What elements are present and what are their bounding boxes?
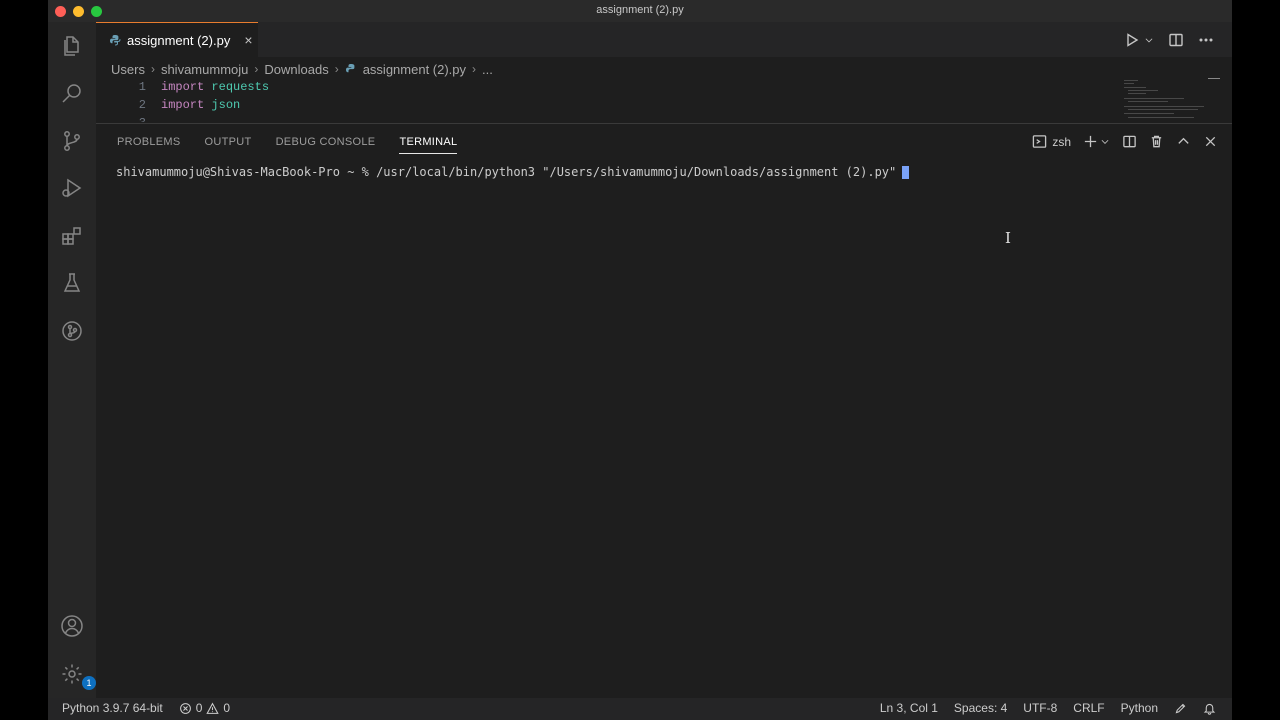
- chevron-down-icon[interactable]: [1144, 32, 1154, 48]
- trash-icon[interactable]: [1149, 134, 1164, 149]
- breadcrumb: Users › shivamummoju › Downloads › assig…: [111, 60, 493, 78]
- python-file-icon: [345, 64, 355, 73]
- line-endings[interactable]: CRLF: [1073, 701, 1104, 715]
- bell-icon[interactable]: [1203, 702, 1216, 715]
- language-mode[interactable]: Python: [1121, 701, 1158, 715]
- tab-problems[interactable]: PROBLEMS: [117, 136, 181, 154]
- bottom-panel: PROBLEMS OUTPUT DEBUG CONSOLE TERMINAL z…: [96, 123, 1232, 699]
- split-terminal-icon[interactable]: [1122, 134, 1137, 149]
- chevron-up-icon[interactable]: [1176, 134, 1191, 149]
- file-encoding[interactable]: UTF-8: [1023, 701, 1057, 715]
- line-number: 3: [126, 114, 146, 122]
- tab-debug-console[interactable]: DEBUG CONSOLE: [276, 136, 376, 154]
- code-line: 2 import json: [96, 96, 1096, 114]
- panel-tabs: PROBLEMS OUTPUT DEBUG CONSOLE TERMINAL: [117, 136, 458, 154]
- cursor-position[interactable]: Ln 3, Col 1: [880, 701, 938, 715]
- panel-actions: zsh: [1032, 134, 1218, 149]
- chevron-right-icon: ›: [472, 62, 477, 76]
- code-editor[interactable]: 1 import requests 2 import json 3: [96, 78, 1232, 122]
- settings-update-badge: 1: [82, 676, 96, 690]
- breadcrumb-item[interactable]: shivamummoju: [161, 62, 248, 77]
- source-control-icon[interactable]: [58, 127, 86, 155]
- run-icon[interactable]: [1124, 32, 1140, 48]
- python-interpreter[interactable]: Python 3.9.7 64-bit: [62, 701, 163, 715]
- code-keyword: import: [161, 80, 205, 94]
- testing-icon[interactable]: [58, 269, 86, 297]
- settings-gear-icon[interactable]: 1: [58, 660, 96, 690]
- breadcrumb-item[interactable]: Downloads: [264, 62, 328, 77]
- breadcrumb-item[interactable]: assignment (2).py: [363, 62, 466, 77]
- line-number: 1: [138, 80, 146, 94]
- chevron-right-icon: ›: [254, 62, 259, 76]
- chevron-right-icon: ›: [334, 62, 339, 76]
- chevron-down-icon[interactable]: [1100, 134, 1110, 149]
- terminal-output[interactable]: shivamummoju@Shivas-MacBook-Pro ~ % /usr…: [116, 165, 910, 179]
- close-icon[interactable]: [1203, 134, 1218, 149]
- line-number: 2: [138, 98, 146, 112]
- tab-label: assignment (2).py: [127, 32, 231, 48]
- text-cursor-icon: I: [1005, 229, 1011, 247]
- vscode-window: assignment (2).py 1 assignment (2).py × …: [48, 0, 1232, 720]
- activity-bar: 1: [48, 22, 96, 698]
- close-icon[interactable]: ×: [244, 32, 252, 48]
- status-bar: Python 3.9.7 64-bit 0 0 Ln 3, Col 1 Spac…: [48, 698, 1232, 720]
- terminal-icon: [1033, 135, 1047, 148]
- code-line: 1 import requests: [96, 78, 1096, 96]
- split-editor-icon[interactable]: [1168, 32, 1184, 48]
- code-line: 3: [96, 114, 1096, 122]
- add-icon[interactable]: [1083, 134, 1098, 149]
- indentation[interactable]: Spaces: 4: [954, 701, 1007, 715]
- terminal-command: shivamummoju@Shivas-MacBook-Pro ~ % /usr…: [116, 165, 897, 179]
- explorer-icon[interactable]: [58, 32, 86, 60]
- feedback-icon[interactable]: [1174, 702, 1187, 715]
- breadcrumb-item[interactable]: Users: [111, 62, 145, 77]
- editor-tab-bar: assignment (2).py ×: [96, 22, 1232, 57]
- code-keyword: import: [161, 98, 205, 112]
- error-icon: [179, 702, 191, 714]
- title-bar: assignment (2).py: [48, 0, 1232, 22]
- breadcrumb-item[interactable]: ...: [482, 62, 493, 77]
- warning-count: 0: [223, 701, 231, 715]
- code-module: requests: [211, 80, 270, 94]
- shell-name: zsh: [1052, 134, 1071, 149]
- tab-terminal[interactable]: TERMINAL: [399, 136, 458, 154]
- terminal-shell-selector[interactable]: zsh: [1032, 134, 1071, 149]
- account-icon[interactable]: [58, 612, 86, 640]
- terminal-cursor: [902, 166, 910, 179]
- editor-actions: [1124, 32, 1214, 48]
- problems-indicator[interactable]: 0 0: [179, 701, 230, 715]
- chevron-right-icon: ›: [150, 62, 155, 76]
- tab-output[interactable]: OUTPUT: [205, 136, 252, 154]
- error-count: 0: [195, 701, 203, 715]
- warning-icon: [206, 702, 220, 714]
- more-icon[interactable]: [1198, 32, 1214, 48]
- window-title: assignment (2).py: [596, 4, 684, 16]
- search-icon[interactable]: [58, 79, 86, 107]
- python-file-icon: [110, 35, 121, 46]
- code-module: json: [211, 98, 241, 112]
- run-debug-icon[interactable]: [58, 174, 86, 202]
- extensions-icon[interactable]: [58, 222, 86, 250]
- tab-assignment-py[interactable]: assignment (2).py ×: [96, 22, 258, 57]
- git-graph-icon[interactable]: [58, 317, 86, 345]
- minimap[interactable]: [1124, 78, 1220, 122]
